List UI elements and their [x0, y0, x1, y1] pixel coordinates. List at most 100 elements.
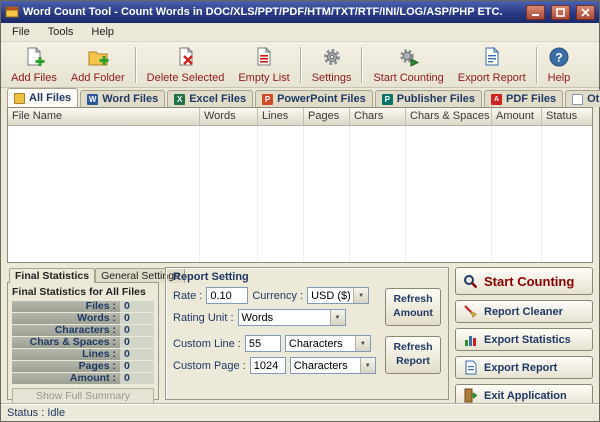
close-button[interactable] [576, 5, 595, 20]
column-body [492, 126, 542, 262]
statistics-panel: Final Statistics General Settings Final … [7, 267, 159, 400]
tab-other-files[interactable]: Other Files [565, 90, 600, 107]
document-icon [463, 360, 478, 375]
toolbar-separator [536, 47, 538, 83]
tab-all-files[interactable]: All Files [7, 88, 78, 107]
broom-icon [463, 304, 478, 319]
file-list-body[interactable] [8, 126, 592, 262]
column-body [304, 126, 350, 262]
other-file-icon [572, 94, 583, 105]
rating-unit-select[interactable]: Words ▼ [238, 309, 346, 326]
currency-select[interactable]: USD ($) ▼ [307, 287, 369, 304]
custom-section: Custom Line : Characters ▼ Custom Page :… [173, 335, 441, 374]
start-counting-toolbar-button[interactable]: Start Counting [366, 43, 450, 87]
column-header-pages[interactable]: Pages [304, 108, 350, 125]
column-header-status[interactable]: Status [542, 108, 592, 125]
column-header-chars-spaces[interactable]: Chars & Spaces [406, 108, 492, 125]
column-body [406, 126, 492, 262]
final-statistics-box: Final Statistics for All Files Files : 0… [7, 282, 159, 400]
column-body [258, 126, 304, 262]
rating-unit-value: Words [239, 312, 330, 324]
column-header-chars[interactable]: Chars [350, 108, 406, 125]
rate-input[interactable] [206, 287, 248, 304]
maximize-button[interactable] [551, 5, 570, 20]
tab-label: PDF Files [506, 93, 556, 105]
menu-file[interactable]: File [3, 24, 39, 40]
tab-label: PowerPoint Files [277, 93, 366, 105]
toolbar-label: Empty List [238, 72, 289, 84]
column-header-words[interactable]: Words [200, 108, 258, 125]
stat-label: Amount : [12, 373, 120, 384]
action-label: Report Cleaner [484, 306, 563, 318]
status-bar: Status : Idle [1, 403, 599, 421]
column-body [350, 126, 406, 262]
app-icon [5, 5, 19, 19]
maximize-icon [556, 8, 565, 17]
menu-help[interactable]: Help [82, 24, 123, 40]
custom-page-input[interactable] [250, 357, 286, 374]
report-setting-panel: Report Setting Rate : Currency : USD ($)… [165, 267, 449, 400]
rate-label: Rate : [173, 290, 202, 302]
folder-icon [14, 93, 25, 104]
toolbar-separator [300, 47, 302, 83]
column-body [542, 126, 592, 262]
refresh-amount-button[interactable]: Refresh Amount [385, 288, 441, 326]
stat-value: 0 [120, 373, 154, 384]
stat-label: Words : [12, 313, 120, 324]
custom-line-unit-select[interactable]: Characters ▼ [285, 335, 371, 352]
tab-powerpoint-files[interactable]: PowerPoint Files [255, 90, 373, 107]
action-label: Export Statistics [484, 334, 571, 346]
tab-final-statistics[interactable]: Final Statistics [9, 268, 95, 283]
delete-selected-button[interactable]: Delete Selected [140, 43, 232, 87]
start-counting-button[interactable]: Start Counting [455, 267, 593, 295]
custom-line-input[interactable] [245, 335, 281, 352]
export-report-toolbar-button[interactable]: Export Report [451, 43, 533, 87]
rate-section: Rate : Currency : USD ($) ▼ Rating Unit … [173, 287, 441, 326]
bottom-panel: Final Statistics General Settings Final … [1, 263, 599, 403]
tab-excel-files[interactable]: Excel Files [167, 90, 253, 107]
title-bar: Word Count Tool - Count Words in DOC/XLS… [1, 1, 599, 23]
refresh-report-button[interactable]: Refresh Report [385, 336, 441, 374]
add-files-button[interactable]: Add Files [4, 43, 64, 87]
action-label: Export Report [484, 362, 557, 374]
statistics-tabs: Final Statistics General Settings [7, 267, 159, 283]
empty-list-icon [253, 46, 275, 71]
show-full-summary-button[interactable]: Show Full Summary [12, 388, 154, 404]
chevron-down-icon: ▼ [330, 310, 345, 325]
export-statistics-button[interactable]: Export Statistics [455, 328, 593, 351]
minimize-button[interactable] [526, 5, 545, 20]
action-label: Start Counting [484, 274, 574, 289]
publisher-file-icon [382, 94, 393, 105]
menu-tools[interactable]: Tools [39, 24, 83, 40]
chart-icon [463, 332, 478, 347]
toolbar-separator [361, 47, 363, 83]
column-header-amount[interactable]: Amount [492, 108, 542, 125]
toolbar-label: Start Counting [373, 72, 443, 84]
stat-row-lines: Lines : 0 [12, 349, 154, 360]
report-cleaner-button[interactable]: Report Cleaner [455, 300, 593, 323]
stat-value: 0 [120, 325, 154, 336]
tab-word-files[interactable]: Word Files [80, 90, 165, 107]
empty-list-button[interactable]: Empty List [231, 43, 296, 87]
export-report-button[interactable]: Export Report [455, 356, 593, 379]
report-setting-title: Report Setting [173, 271, 441, 283]
magnifier-icon [463, 274, 478, 289]
tab-label: Excel Files [189, 93, 246, 105]
statistics-title: Final Statistics for All Files [12, 286, 154, 298]
column-header-file-name[interactable]: File Name [8, 108, 200, 125]
toolbar-label: Delete Selected [147, 72, 225, 84]
tab-publisher-files[interactable]: Publisher Files [375, 90, 482, 107]
stat-row-words: Words : 0 [12, 313, 154, 324]
export-report-icon [481, 46, 503, 71]
add-folder-button[interactable]: Add Folder [64, 43, 132, 87]
toolbar-label: Export Report [458, 72, 526, 84]
toolbar-label: Add Files [11, 72, 57, 84]
tab-pdf-files[interactable]: PDF Files [484, 90, 563, 107]
settings-button[interactable]: Settings [305, 43, 359, 87]
custom-page-unit-select[interactable]: Characters ▼ [290, 357, 376, 374]
minimize-icon [531, 8, 540, 17]
start-counting-icon [398, 46, 420, 71]
custom-line-unit-value: Characters [286, 338, 355, 350]
help-button[interactable]: ? Help [541, 43, 578, 87]
column-header-lines[interactable]: Lines [258, 108, 304, 125]
